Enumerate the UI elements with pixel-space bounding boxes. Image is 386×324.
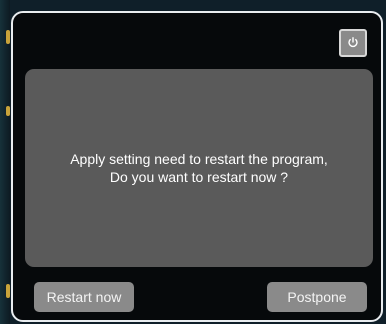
background-accent xyxy=(6,106,10,116)
background-accent xyxy=(6,284,10,298)
message-line-2: Do you want to restart now ? xyxy=(109,169,289,185)
background-accent xyxy=(6,30,10,44)
power-icon xyxy=(348,37,358,48)
message-panel: Apply setting need to restart the progra… xyxy=(25,69,373,267)
postpone-button[interactable]: Postpone xyxy=(267,282,367,312)
restart-now-button[interactable]: Restart now xyxy=(34,282,134,312)
message-line-1: Apply setting need to restart the progra… xyxy=(70,151,328,167)
power-button[interactable] xyxy=(339,29,367,57)
restart-dialog: Apply setting need to restart the progra… xyxy=(11,11,383,322)
background-edge xyxy=(0,0,10,324)
